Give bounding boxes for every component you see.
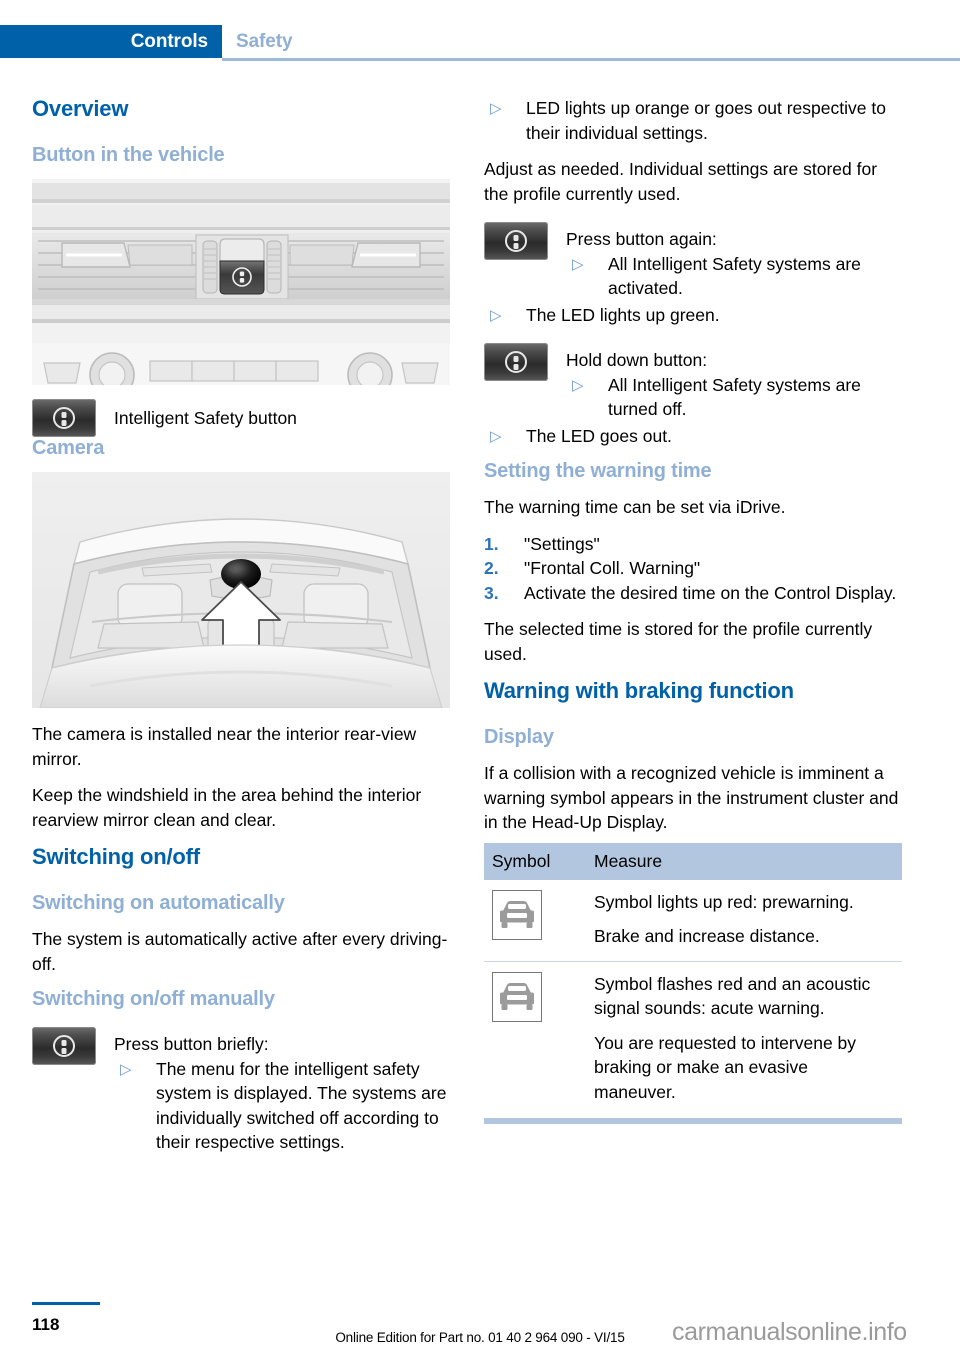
table-row: Symbol lights up red: prewarning. Brake …: [484, 879, 902, 962]
adjust-paragraph: Adjust as needed. Individual settings ar…: [484, 159, 878, 204]
intelligent-safety-button-icon: [484, 222, 548, 260]
list-item-text: LED lights up orange or goes out respect…: [526, 98, 886, 143]
symbol-measure-table: Symbol Measure Symbol lights up red: pre…: [484, 842, 902, 1117]
left-column: Overview Button in the vehicle Intellige…: [32, 96, 450, 1155]
intelligent-safety-glyph: [53, 407, 75, 429]
triangle-bullet-icon: ▷: [490, 427, 502, 445]
table-body: Symbol lights up red: prewarning. Brake …: [484, 879, 902, 1117]
column-header-measure: Measure: [586, 842, 902, 880]
right-column: ▷ LED lights up orange or goes out respe…: [484, 96, 902, 1124]
list-item: 2. "Frontal Coll. Warning": [484, 556, 902, 581]
press-briefly-title: Press button briefly:: [114, 1034, 269, 1054]
subheading-switching-on-automatically: Switching on automatically: [32, 892, 285, 914]
page-title-overview: Overview: [32, 96, 129, 121]
list-item: 3. Activate the desired time on the Cont…: [484, 581, 902, 606]
warning-time-paragraph: The warning time can be set via iDrive.: [484, 497, 786, 517]
car-front-icon: [492, 889, 542, 940]
list-item: ▷ LED lights up orange or goes out respe…: [484, 96, 902, 145]
list-item-text: The LED lights up green.: [526, 304, 720, 325]
step-number: 2.: [484, 558, 499, 578]
subheading-switching-on-off-manually: Switching on/off manually: [32, 988, 275, 1010]
triangle-bullet-icon: ▷: [490, 306, 502, 324]
triangle-bullet-icon: ▷: [572, 376, 584, 394]
column-header-symbol: Symbol: [484, 842, 586, 880]
press-again-title: Press button again:: [566, 229, 717, 249]
intelligent-safety-glyph: [53, 1035, 75, 1057]
led-green-bullet-list: ▷ The LED lights up green.: [484, 303, 902, 328]
led-orange-bullet-list: ▷ LED lights up orange or goes out respe…: [484, 96, 902, 145]
figure-dashboard: [32, 179, 450, 385]
header-chapter-tab[interactable]: Controls: [0, 25, 222, 58]
triangle-bullet-icon: ▷: [572, 255, 584, 273]
table-header: Symbol Measure: [484, 842, 902, 880]
intelligent-safety-glyph: [505, 230, 527, 252]
cell-symbol: [484, 961, 586, 1116]
car-front-icon: [492, 971, 542, 1022]
subheading-camera: Camera: [32, 437, 105, 459]
measure-line: You are requested to intervene by brakin…: [594, 1032, 857, 1102]
camera-paragraph-1: The camera is installed near the interio…: [32, 724, 417, 769]
car-front-glyph: [500, 982, 534, 1010]
hold-down-title: Hold down button:: [566, 350, 708, 370]
table-bottom-rule: [484, 1118, 902, 1124]
press-briefly-block: Press button briefly: ▷ The menu for the…: [32, 1027, 450, 1155]
warning-time-after-paragraph: The selected time is stored for the prof…: [484, 619, 873, 664]
camera-paragraph-2: Keep the windshield in the area behind t…: [32, 785, 422, 830]
led-out-bullet-list: ▷ The LED goes out.: [484, 424, 902, 449]
triangle-bullet-icon: ▷: [120, 1060, 132, 1078]
step-number: 1.: [484, 533, 499, 554]
car-front-glyph: [500, 900, 534, 928]
table-row: Symbol flashes red and an acoustic signa…: [484, 961, 902, 1116]
list-item: 1. "Settings": [484, 532, 902, 557]
cell-symbol: [484, 879, 586, 962]
heading-warning-with-braking-function: Warning with braking function: [484, 678, 794, 703]
press-again-bullet-list: ▷ All Intelligent Safety systems are act…: [566, 252, 902, 301]
intelligent-safety-button-icon: [32, 399, 96, 437]
hold-down-bullet-list: ▷ All Intelligent Safety systems are tur…: [566, 373, 902, 422]
step-number: 3.: [484, 582, 499, 603]
list-item: ▷ The LED lights up green.: [484, 303, 902, 328]
watermark: carmanualsonline.info: [672, 1318, 907, 1346]
dashboard-illustration: [32, 179, 450, 385]
intelligent-safety-button-icon: [32, 1027, 96, 1065]
measure-line: Brake and increase distance.: [594, 926, 820, 946]
list-item: ▷ The LED goes out.: [484, 424, 902, 449]
step-text: "Frontal Coll. Warning": [524, 558, 701, 578]
figure-caption-intelligent-safety-button: Intelligent Safety button: [32, 399, 450, 437]
intelligent-safety-button-icon: [484, 343, 548, 381]
list-item-text: The menu for the intelligent safety syst…: [156, 1058, 447, 1153]
measure-line: Symbol flashes red and an acoustic signa…: [594, 973, 871, 1019]
figure-camera: [32, 472, 450, 708]
list-item-text: All Intelligent Safety systems are turne…: [608, 374, 861, 420]
list-item: ▷ The menu for the intelligent safety sy…: [114, 1057, 450, 1155]
header-section-tab[interactable]: Safety: [236, 25, 293, 58]
measure-line: Symbol lights up red: prewarning.: [594, 891, 854, 912]
heading-switching-on-off: Switching on/off: [32, 844, 200, 869]
intelligent-safety-glyph: [505, 351, 527, 373]
press-again-block: Press button again: ▷ All Intelligent Sa…: [484, 222, 902, 301]
step-text: "Settings": [524, 533, 600, 554]
triangle-bullet-icon: ▷: [490, 100, 502, 117]
list-item: ▷ All Intelligent Safety systems are act…: [566, 252, 902, 301]
subheading-display: Display: [484, 726, 554, 748]
step-text: Activate the desired time on the Control…: [524, 582, 897, 603]
warning-time-step-list: 1. "Settings" 2. "Frontal Coll. Warning"…: [484, 532, 902, 606]
caption-label: Intelligent Safety button: [114, 407, 297, 428]
list-item-text: The LED goes out.: [526, 425, 672, 446]
switching-auto-paragraph: The system is automatically active after…: [32, 929, 448, 974]
cell-measure: Symbol flashes red and an acoustic signa…: [586, 961, 902, 1116]
list-item: ▷ All Intelligent Safety systems are tur…: [566, 373, 902, 422]
press-briefly-bullet-list: ▷ The menu for the intelligent safety sy…: [114, 1057, 450, 1155]
cell-measure: Symbol lights up red: prewarning. Brake …: [586, 879, 902, 962]
header-divider: [222, 58, 960, 61]
camera-illustration: [32, 472, 450, 708]
table-header-row: Symbol Measure: [484, 842, 902, 880]
list-item-text: All Intelligent Safety systems are activ…: [608, 253, 861, 299]
subheading-button-in-the-vehicle: Button in the vehicle: [32, 144, 225, 166]
subheading-setting-the-warning-time: Setting the warning time: [484, 460, 712, 482]
footer-rule: [32, 1302, 100, 1305]
hold-down-block: Hold down button: ▷ All Intelligent Safe…: [484, 343, 902, 422]
display-paragraph: If a collision with a recognized vehicle…: [484, 763, 899, 832]
running-header: Controls Safety: [0, 25, 960, 58]
